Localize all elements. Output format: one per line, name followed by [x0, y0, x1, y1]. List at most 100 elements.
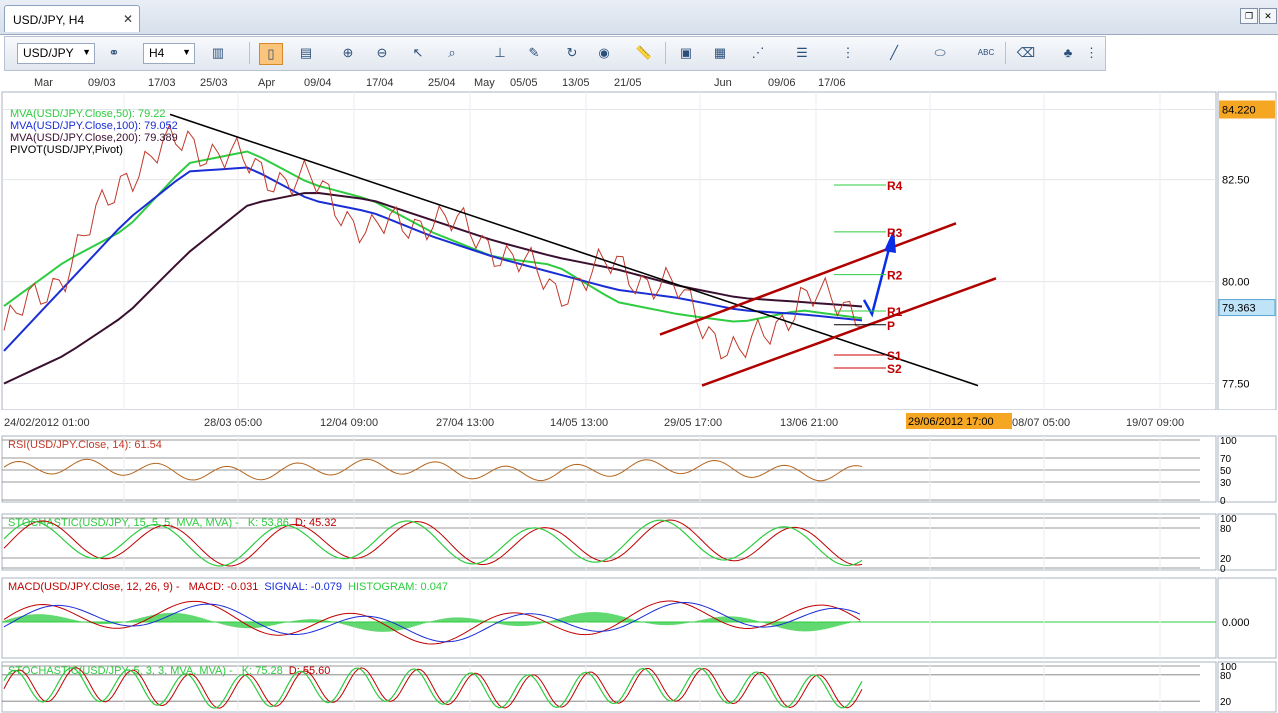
pivot-label-r4: R4: [887, 179, 903, 193]
tab-bar: USD/JPY, H4 ✕ ❐ ✕: [0, 0, 1278, 35]
more-icon[interactable]: ⋮: [1085, 43, 1098, 63]
indicator-tick-label: 80: [1220, 524, 1232, 535]
symbol-select[interactable]: USD/JPY ▼: [17, 43, 95, 64]
legend-entry: MVA(USD/JPY.Close,100): 79.052: [10, 120, 178, 132]
indicator-title-part: MACD(USD/JPY.Close, 12, 26, 9) -: [8, 581, 183, 593]
pencil-chart-icon[interactable]: ✎: [523, 43, 545, 63]
link-icon[interactable]: ⚭: [103, 43, 125, 63]
indicator-title-part: K: 75.28: [242, 665, 283, 677]
time-tick-label: 27/04 13:00: [436, 417, 494, 429]
price-tick-label: 80.00: [1222, 277, 1250, 289]
timeframe-select[interactable]: H4 ▼: [143, 43, 195, 64]
pivot-label-r3: R3: [887, 226, 903, 240]
line-chart-icon[interactable]: ▤: [295, 43, 317, 63]
refresh-icon[interactable]: ↻: [561, 43, 583, 63]
time-tick-label: 12/04 09:00: [320, 417, 378, 429]
indicator-title: MACD(USD/JPY.Close, 12, 26, 9) - MACD: -…: [8, 581, 448, 593]
toolbar-separator: [665, 42, 666, 64]
indicator-panel-2: 0.000 MACD(USD/JPY.Close, 12, 26, 9) - MA…: [1, 577, 1277, 659]
pivot-label-s2: S2: [887, 362, 902, 376]
template-icon[interactable]: ▦: [709, 43, 731, 63]
cursor-icon[interactable]: ↖: [407, 43, 429, 63]
indicator-title-part: STOCHASTIC(USD/JPY, 5, 3, 3, MVA, MVA) -: [8, 665, 236, 677]
bar-chart-icon[interactable]: ▥: [207, 43, 229, 63]
zoom-in-icon[interactable]: ⊕: [337, 43, 359, 63]
time-tick-label: 19/07 09:00: [1126, 417, 1184, 429]
objects-tree-icon[interactable]: ♣: [1057, 43, 1079, 63]
indicator-tick-label: 50: [1220, 466, 1232, 477]
toolbar-separator: [1005, 42, 1006, 64]
pivot-label-r2: R2: [887, 269, 903, 283]
indicator-title: STOCHASTIC(USD/JPY, 5, 3, 3, MVA, MVA) -…: [8, 665, 330, 677]
crosshair-icon[interactable]: ⊥: [489, 43, 511, 63]
indicator-tick-label: 20: [1220, 697, 1232, 708]
pivot-label-r1: R1: [887, 305, 903, 319]
time-tick-label: 24/02/2012 01:00: [4, 417, 90, 429]
ruler-icon[interactable]: 📏: [633, 43, 655, 63]
indicator-title-part: HISTOGRAM: 0.047: [348, 581, 448, 593]
indicator-panel-3: 1008020STOCHASTIC(USD/JPY, 5, 3, 3, MVA,…: [1, 661, 1277, 713]
zoom-range-icon[interactable]: ⌕: [441, 43, 463, 63]
text-abc-icon[interactable]: ABC: [975, 43, 997, 63]
chevron-down-icon: ▼: [82, 47, 91, 57]
chevron-down-icon: ▼: [182, 47, 191, 57]
indicator-title-part: D: 55.60: [289, 665, 331, 677]
close-icon[interactable]: ✕: [1259, 8, 1277, 24]
time-axis: 24/02/2012 01:00 28/03 05:00 12/04 09:00 27…: [0, 410, 1278, 434]
time-tick-label: 29/05 17:00: [664, 417, 722, 429]
legend-entry: PIVOT(USD/JPY,Pivot): [10, 144, 123, 156]
date-mark: 09/04: [304, 77, 332, 89]
ellipse-icon[interactable]: ⬭: [929, 43, 951, 63]
price-chart-area[interactable]: Mar 09/03 17/03 25/03 Apr 09/04 17/04 25/04 May 0…: [0, 72, 1278, 713]
chart-toolbar: USD/JPY ▼ ⚭ H4 ▼ ▥ ▯ ▤ ⊕ ⊖ ↖ ⌕ ⊥ ✎ ↻ ◉ 📏…: [4, 36, 1106, 71]
close-icon[interactable]: ✕: [123, 12, 133, 26]
candlestick-icon[interactable]: ▯: [259, 43, 283, 65]
indicator-title-part: SIGNAL: -0.079: [264, 581, 342, 593]
time-axis-bg: [0, 410, 1278, 434]
date-mark: 09/03: [88, 77, 116, 89]
date-mark: Apr: [258, 77, 275, 89]
date-mark: 17/06: [818, 77, 846, 89]
date-mark: Mar: [34, 77, 53, 89]
date-marks: Mar 09/03 17/03 25/03 Apr 09/04 17/04 25/04 May 0…: [34, 77, 846, 89]
fan-icon[interactable]: ⋮: [837, 43, 859, 63]
chart-tab[interactable]: USD/JPY, H4 ✕: [4, 5, 140, 32]
indicator-title: RSI(USD/JPY.Close, 14): 61.54: [8, 439, 162, 451]
indicator-title: STOCHASTIC(USD/JPY, 15, 5, 5, MVA, MVA) …: [8, 517, 336, 529]
time-tick-label: 13/06 21:00: [780, 417, 838, 429]
time-tick-label: 14/05 13:00: [550, 417, 608, 429]
indicator-title-part: D: 45.32: [295, 517, 337, 529]
horizontal-lines-icon[interactable]: ☰: [791, 43, 813, 63]
indicator-panel-frame: [1, 435, 1217, 503]
eraser-icon[interactable]: ⌫: [1015, 43, 1037, 63]
globe-icon[interactable]: ◉: [593, 43, 615, 63]
toolbar-separator: [249, 42, 250, 64]
symbol-value: USD/JPY: [23, 46, 74, 60]
restore-icon[interactable]: ❐: [1240, 8, 1258, 24]
indicator-tick-label: 0.000: [1222, 617, 1250, 629]
price-tick-label: 77.50: [1222, 379, 1250, 391]
date-mark: Jun: [714, 77, 732, 89]
date-mark: 05/05: [510, 77, 538, 89]
trendlines-icon[interactable]: ⋰: [747, 43, 769, 63]
indicator-title-part: STOCHASTIC(USD/JPY, 15, 5, 5, MVA, MVA) …: [8, 517, 242, 529]
screenshot-icon[interactable]: ▣: [675, 43, 697, 63]
current-price-label: 79.363: [1222, 303, 1256, 315]
price-axis: 84.220 82.50 80.00 77.50 79.363: [1217, 91, 1277, 411]
zoom-out-icon[interactable]: ⊖: [371, 43, 393, 63]
price-tick-label: 84.220: [1222, 104, 1256, 116]
indicator-title-part: MACD: -0.031: [189, 581, 259, 593]
pivot-label-p: P: [887, 319, 895, 333]
legend-entry: MVA(USD/JPY.Close,200): 79.389: [10, 132, 178, 144]
date-mark: 25/03: [200, 77, 228, 89]
indicator-tick-label: 80: [1220, 671, 1232, 682]
date-mark: May: [474, 77, 495, 89]
date-mark: 25/04: [428, 77, 456, 89]
cursor-time-label: 29/06/2012 17:00: [908, 416, 994, 428]
indicator-tick-label: 0: [1220, 564, 1226, 575]
date-mark: 21/05: [614, 77, 642, 89]
indicator-tick-label: 70: [1220, 454, 1232, 465]
indicator-panel-0: 100 705030 0 RSI(USD/JPY.Close, 14): 61.54: [1, 435, 1277, 507]
line-draw-icon[interactable]: ╱: [883, 43, 905, 63]
price-panel: [1, 91, 1217, 411]
